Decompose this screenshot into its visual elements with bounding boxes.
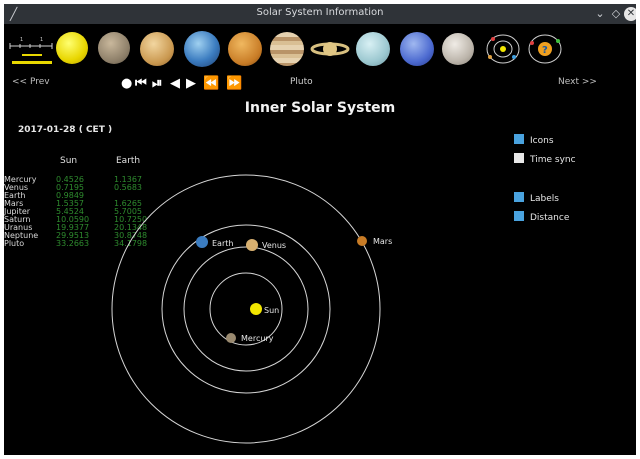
app-window: ╱ Solar System Information ⌄ ◇ ✕ 1 1 ? <… (4, 4, 636, 455)
sun-marker[interactable] (250, 303, 262, 315)
mercury-label: Mercury (241, 334, 274, 343)
mercury-marker[interactable] (226, 333, 236, 343)
mars-label: Mars (373, 237, 392, 246)
venus-label: Venus (262, 241, 286, 250)
orbit-map[interactable]: Sun Mercury Venus Earth Mars (4, 4, 636, 455)
venus-marker[interactable] (246, 239, 258, 251)
sun-label: Sun (264, 306, 279, 315)
mars-marker[interactable] (357, 236, 367, 246)
earth-marker[interactable] (196, 236, 208, 248)
earth-label: Earth (212, 239, 233, 248)
